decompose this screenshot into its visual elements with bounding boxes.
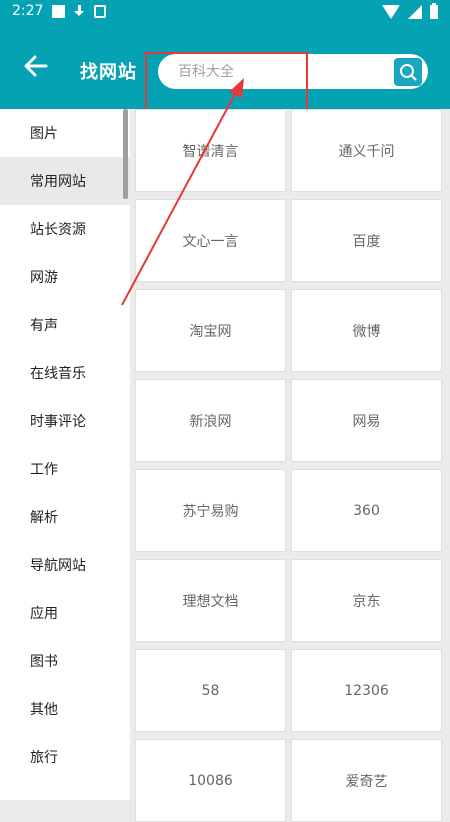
site-tile[interactable]: 智谱清言 [135,109,286,192]
site-tile[interactable]: 理想文档 [135,559,286,642]
sidebar-item[interactable]: 旅行 [0,733,130,781]
site-tile[interactable]: 淘宝网 [135,289,286,372]
download-icon [73,5,86,19]
sidebar-item[interactable]: 图书 [0,637,130,685]
search-icon [400,64,417,81]
site-tile[interactable]: 爱奇艺 [291,739,442,822]
site-tile[interactable]: 新浪网 [135,379,286,462]
apk-icon [94,5,106,18]
site-tile[interactable]: 文心一言 [135,199,286,282]
signal-icon [408,5,422,19]
site-tile[interactable]: 网易 [291,379,442,462]
sidebar-item[interactable]: 网游 [0,253,130,301]
sidebar-item[interactable]: 工作 [0,445,130,493]
status-right-icons [382,3,438,19]
site-tile[interactable]: 10086 [135,739,286,822]
category-sidebar[interactable]: 图片 常用网站 站长资源 网游 有声 在线音乐 时事评论 工作 解析 导航网站 应用 图书 其他 旅行 [0,109,130,800]
app-toolbar: 找网站 [0,24,450,124]
site-tile[interactable]: 京东 [291,559,442,642]
site-tile[interactable]: 58 [135,649,286,732]
sidebar-item[interactable]: 解析 [0,493,130,541]
site-tile[interactable]: 通义千问 [291,109,442,192]
sidebar-item[interactable]: 常用网站 [0,157,130,205]
site-tile[interactable]: 360 [291,469,442,552]
site-tile[interactable]: 微博 [291,289,442,372]
page-title: 找网站 [80,62,137,83]
square-notification-icon [52,5,65,18]
sidebar-item[interactable]: 应用 [0,589,130,637]
sidebar-item[interactable]: 导航网站 [0,541,130,589]
sidebar-item[interactable]: 有声 [0,301,130,349]
status-time: 2:27 [12,3,44,19]
sidebar-scrollbar[interactable] [123,109,128,199]
sidebar-item[interactable]: 图片 [0,109,130,157]
status-bar: 2:27 [0,0,450,24]
sidebar-item[interactable]: 其他 [0,685,130,733]
sidebar-item[interactable]: 站长资源 [0,205,130,253]
sidebar-item[interactable]: 时事评论 [0,397,130,445]
site-tile[interactable]: 苏宁易购 [135,469,286,552]
site-tile[interactable]: 12306 [291,649,442,732]
arrow-left-icon [24,55,48,77]
site-grid: 智谱清言 通义千问 文心一言 百度 淘宝网 微博 新浪网 网易 苏宁易购 360 理想文档 京东 58 1… [130,109,450,822]
status-left-icons [52,5,106,19]
back-button[interactable] [22,52,50,80]
battery-icon [430,3,438,19]
sidebar-item[interactable]: 在线音乐 [0,349,130,397]
site-tile[interactable]: 百度 [291,199,442,282]
wifi-icon [382,5,400,19]
search-button[interactable] [394,58,422,86]
